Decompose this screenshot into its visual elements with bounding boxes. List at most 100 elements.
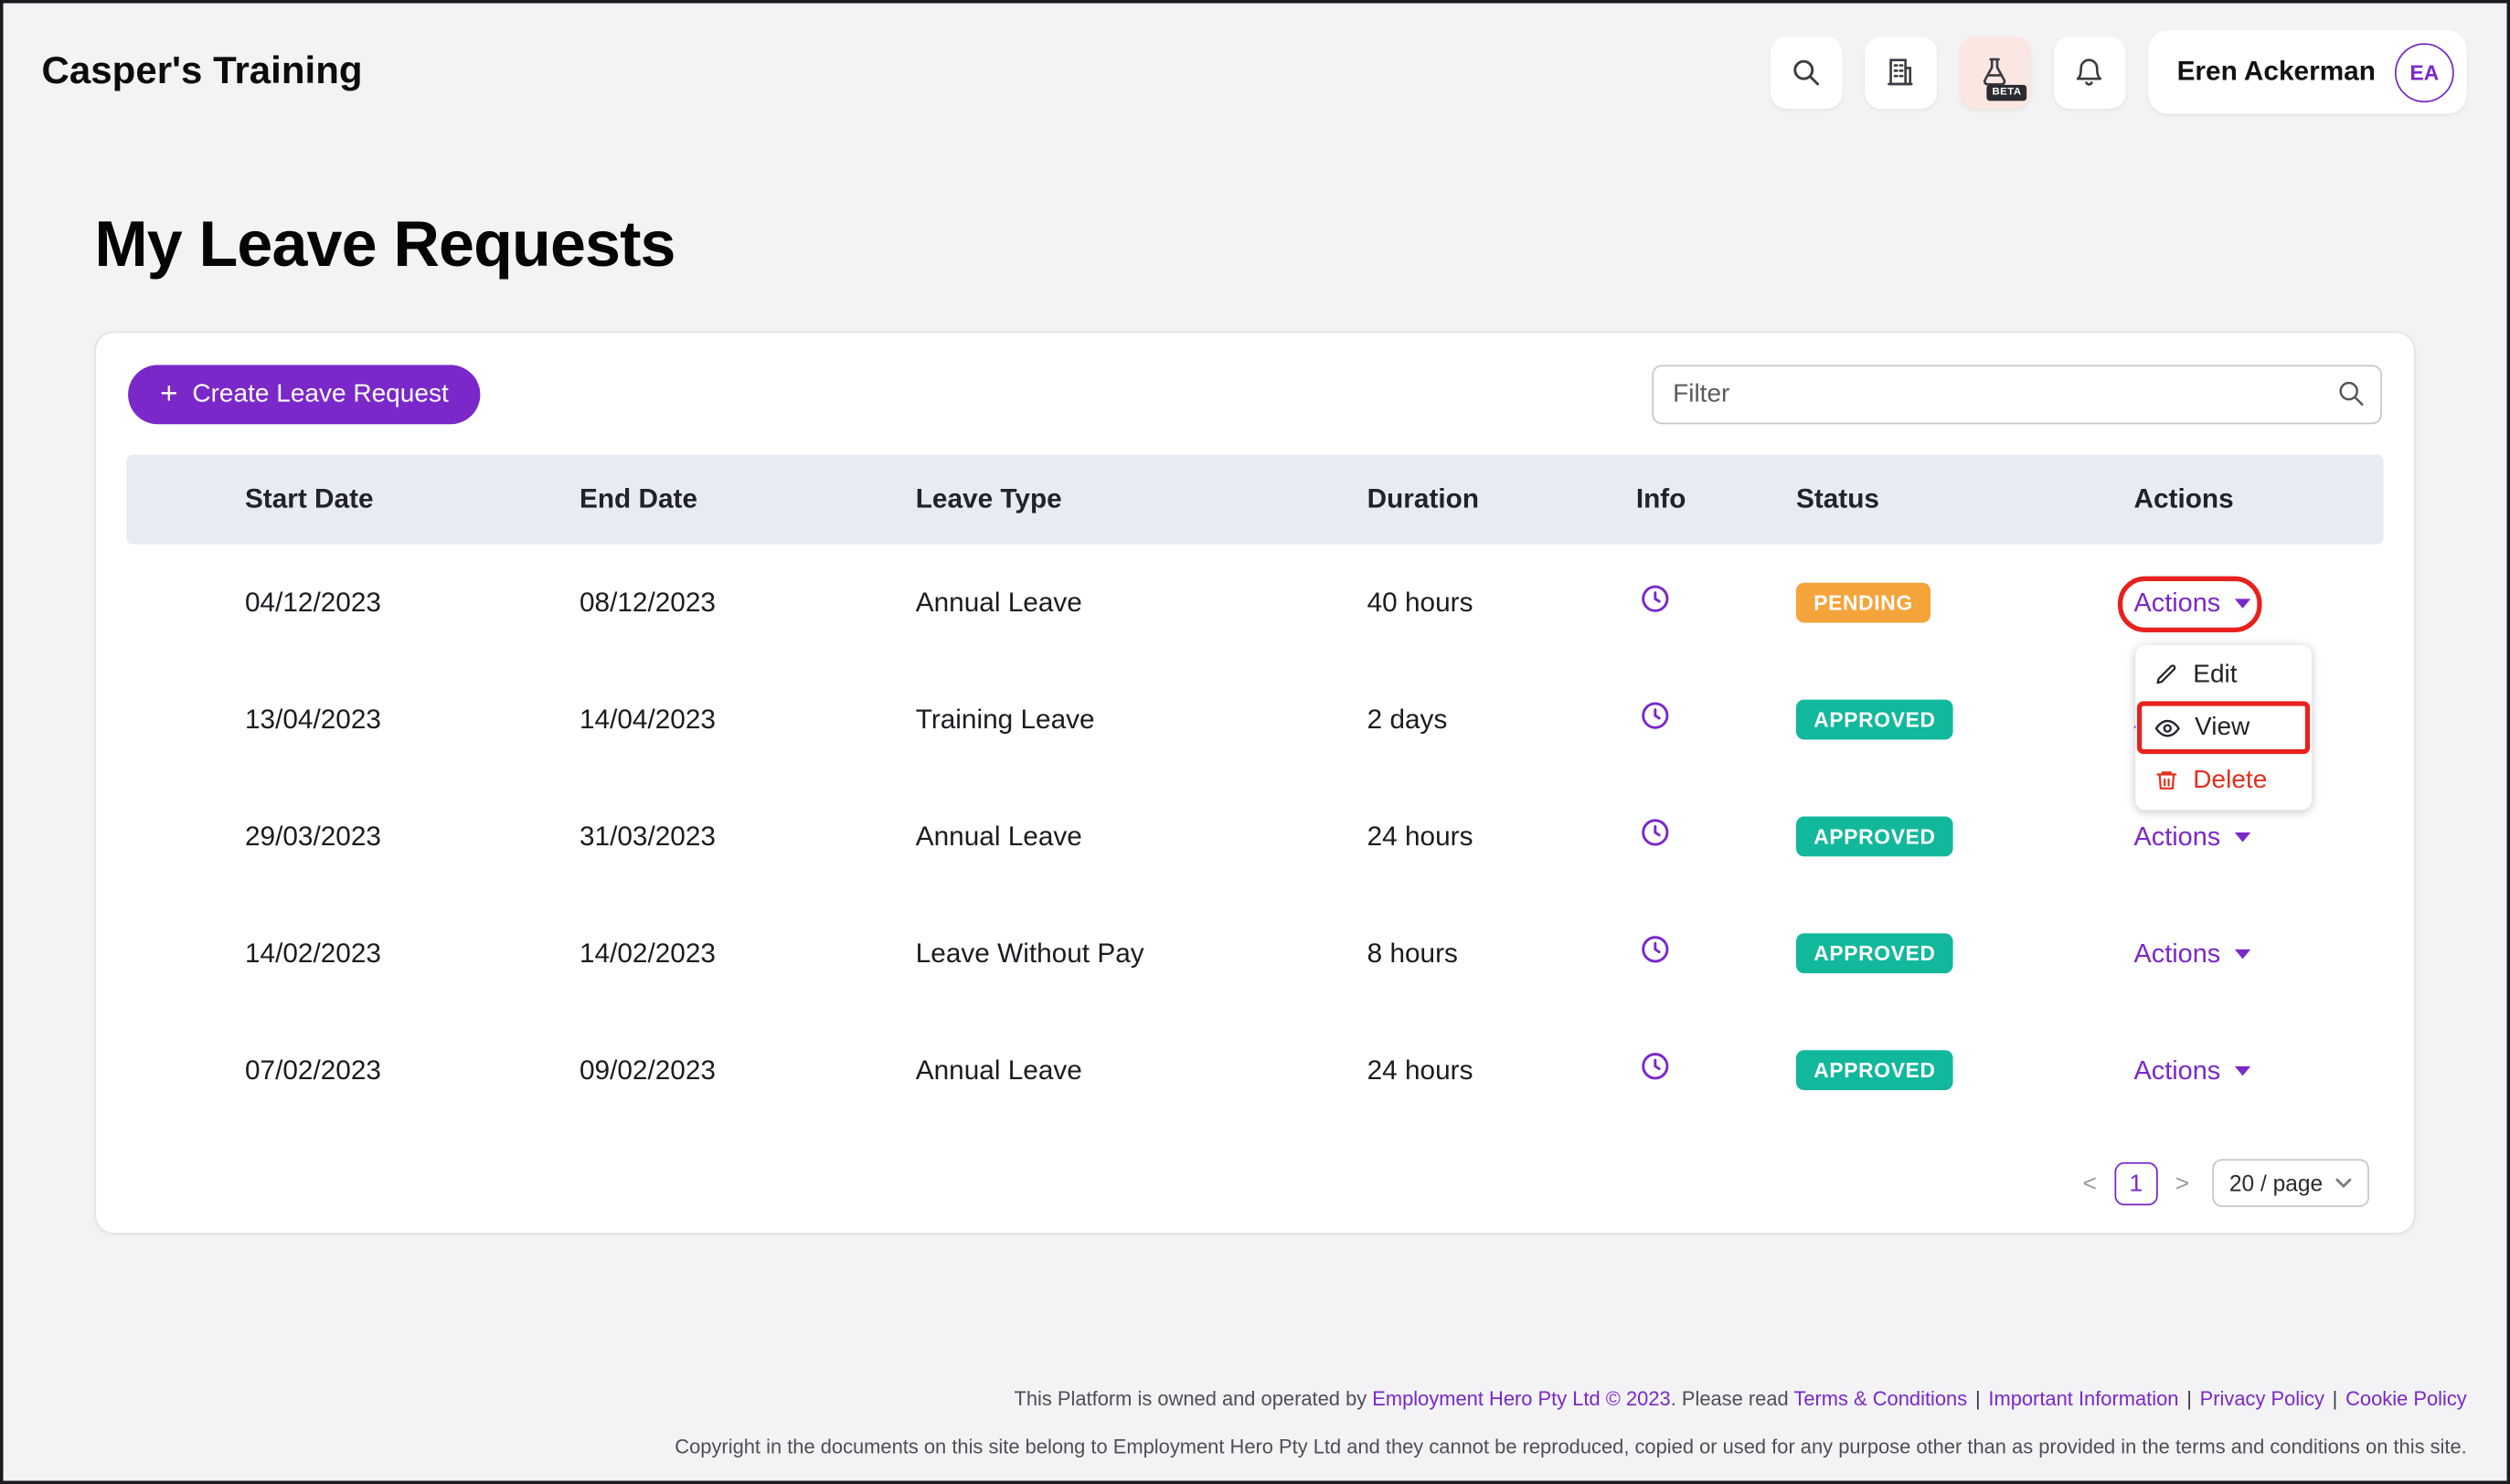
actions-dropdown-trigger[interactable]: Actions (2133, 822, 2250, 853)
cell-start-date: 13/04/2023 (126, 704, 580, 736)
search-button[interactable] (1771, 36, 1843, 108)
notifications-button[interactable] (2054, 36, 2126, 108)
cell-duration: 24 hours (1367, 1055, 1636, 1086)
menu-item-edit[interactable]: Edit (2135, 649, 2312, 702)
cell-end-date: 31/03/2023 (580, 821, 916, 853)
cell-start-date: 04/12/2023 (126, 587, 580, 619)
header-actions: Actions (2133, 483, 2383, 515)
terms-conditions-link[interactable]: Terms & Conditions (1793, 1388, 1967, 1411)
caret-down-icon (2235, 599, 2251, 609)
caret-down-icon (2235, 949, 2251, 959)
page-size-value: 20 / page (2229, 1171, 2323, 1196)
leave-requests-card: + Create Leave Request Start Date End Da… (94, 332, 2415, 1235)
table-row: 29/03/2023 31/03/2023 Annual Leave 24 ho… (126, 778, 2383, 895)
top-bar: Casper's Training BETA Eren Ackerman EA (4, 4, 2507, 142)
delete-trash-icon (2154, 768, 2178, 792)
header-start-date: Start Date (126, 483, 580, 515)
caret-down-icon (2235, 1066, 2251, 1076)
info-clock-icon[interactable] (1636, 933, 1672, 965)
filter-input[interactable] (1652, 365, 2382, 424)
header-duration: Duration (1367, 483, 1636, 515)
page-size-select[interactable]: 20 / page (2212, 1159, 2369, 1207)
next-page-button[interactable]: > (2175, 1170, 2189, 1197)
cell-duration: 40 hours (1367, 587, 1636, 619)
status-badge: PENDING (1796, 583, 1930, 623)
actions-dropdown-trigger[interactable]: Actions (2133, 588, 2250, 619)
edit-pencil-icon (2154, 662, 2178, 686)
avatar: EA (2395, 42, 2454, 101)
plus-icon: + (160, 379, 177, 409)
table-row: 04/12/2023 08/12/2023 Annual Leave 40 ho… (126, 545, 2383, 662)
info-clock-icon[interactable] (1636, 816, 1672, 848)
app-title: Casper's Training (42, 49, 363, 94)
create-leave-request-button[interactable]: + Create Leave Request (128, 365, 481, 424)
create-leave-request-label: Create Leave Request (192, 380, 448, 409)
building-icon (1885, 56, 1917, 88)
top-bar-right: BETA Eren Ackerman EA (1771, 30, 2467, 113)
info-clock-icon[interactable] (1636, 1050, 1672, 1082)
app-window: Casper's Training BETA Eren Ackerman EA … (0, 0, 2510, 1484)
cell-leave-type: Annual Leave (916, 587, 1367, 619)
privacy-policy-link[interactable]: Privacy Policy (2200, 1388, 2324, 1411)
actions-label: Actions (2133, 588, 2220, 619)
status-badge: APPROVED (1796, 816, 1953, 856)
search-icon (1791, 56, 1823, 88)
page-title: My Leave Requests (94, 207, 2506, 283)
menu-item-label: Edit (2193, 661, 2237, 690)
chevron-down-icon (2335, 1178, 2352, 1188)
cell-leave-type: Training Leave (916, 704, 1367, 736)
cookie-policy-link[interactable]: Cookie Policy (2345, 1388, 2467, 1411)
user-name: Eren Ackerman (2177, 56, 2376, 88)
cell-start-date: 14/02/2023 (126, 938, 580, 970)
footer-line-1: This Platform is owned and operated by E… (675, 1375, 2466, 1424)
actions-dropdown-trigger[interactable]: Actions (2133, 938, 2250, 969)
footer-separator: | (2333, 1388, 2338, 1411)
important-information-link[interactable]: Important Information (1988, 1388, 2178, 1411)
bell-icon (2074, 56, 2106, 88)
status-badge: APPROVED (1796, 933, 1953, 973)
pagination: < 1 > 20 / page (2083, 1159, 2369, 1207)
company-link[interactable]: Employment Hero Pty Ltd © 2023 (1372, 1388, 1670, 1411)
beta-features-button[interactable]: BETA (1959, 36, 2031, 108)
footer-line-2: Copyright in the documents on this site … (675, 1423, 2466, 1471)
actions-dropdown-trigger[interactable]: Actions (2133, 1055, 2250, 1086)
table-header-row: Start Date End Date Leave Type Duration … (126, 455, 2383, 545)
menu-item-label: Delete (2193, 766, 2267, 795)
cell-leave-type: Annual Leave (916, 821, 1367, 853)
view-eye-icon (2154, 715, 2180, 740)
current-page-button[interactable]: 1 (2114, 1161, 2157, 1204)
menu-item-label: View (2195, 713, 2249, 742)
header-info: Info (1636, 483, 1796, 515)
info-clock-icon[interactable] (1636, 583, 1672, 615)
flask-icon (1979, 56, 2011, 88)
header-end-date: End Date (580, 483, 916, 515)
card-toolbar: + Create Leave Request (96, 333, 2414, 424)
user-menu[interactable]: Eren Ackerman EA (2148, 30, 2467, 113)
cell-start-date: 29/03/2023 (126, 821, 580, 853)
header-status: Status (1796, 483, 2134, 515)
search-icon (2335, 377, 2366, 408)
footer-separator: | (1975, 1388, 1981, 1411)
info-clock-icon[interactable] (1636, 700, 1672, 732)
actions-dropdown-menu: Edit View Delete (2135, 645, 2312, 810)
cell-duration: 8 hours (1367, 938, 1636, 970)
footer-text: This Platform is owned and operated by (1014, 1388, 1372, 1411)
cell-leave-type: Annual Leave (916, 1055, 1367, 1086)
actions-label: Actions (2133, 1055, 2220, 1086)
caret-down-icon (2235, 832, 2251, 843)
leave-requests-table: Start Date End Date Leave Type Duration … (126, 455, 2383, 1129)
menu-item-delete[interactable]: Delete (2135, 754, 2312, 807)
footer-separator: | (2186, 1388, 2192, 1411)
menu-item-view[interactable]: View (2135, 701, 2312, 754)
status-badge: APPROVED (1796, 700, 1953, 740)
prev-page-button[interactable]: < (2083, 1170, 2097, 1197)
header-leave-type: Leave Type (916, 483, 1367, 515)
filter-box (1652, 365, 2382, 424)
cell-start-date: 07/02/2023 (126, 1055, 580, 1086)
cell-leave-type: Leave Without Pay (916, 938, 1367, 970)
cell-duration: 24 hours (1367, 821, 1636, 853)
cell-end-date: 08/12/2023 (580, 587, 916, 619)
organisation-button[interactable] (1865, 36, 1937, 108)
cell-end-date: 14/04/2023 (580, 704, 916, 736)
footer-text: . Please read (1671, 1388, 1794, 1411)
